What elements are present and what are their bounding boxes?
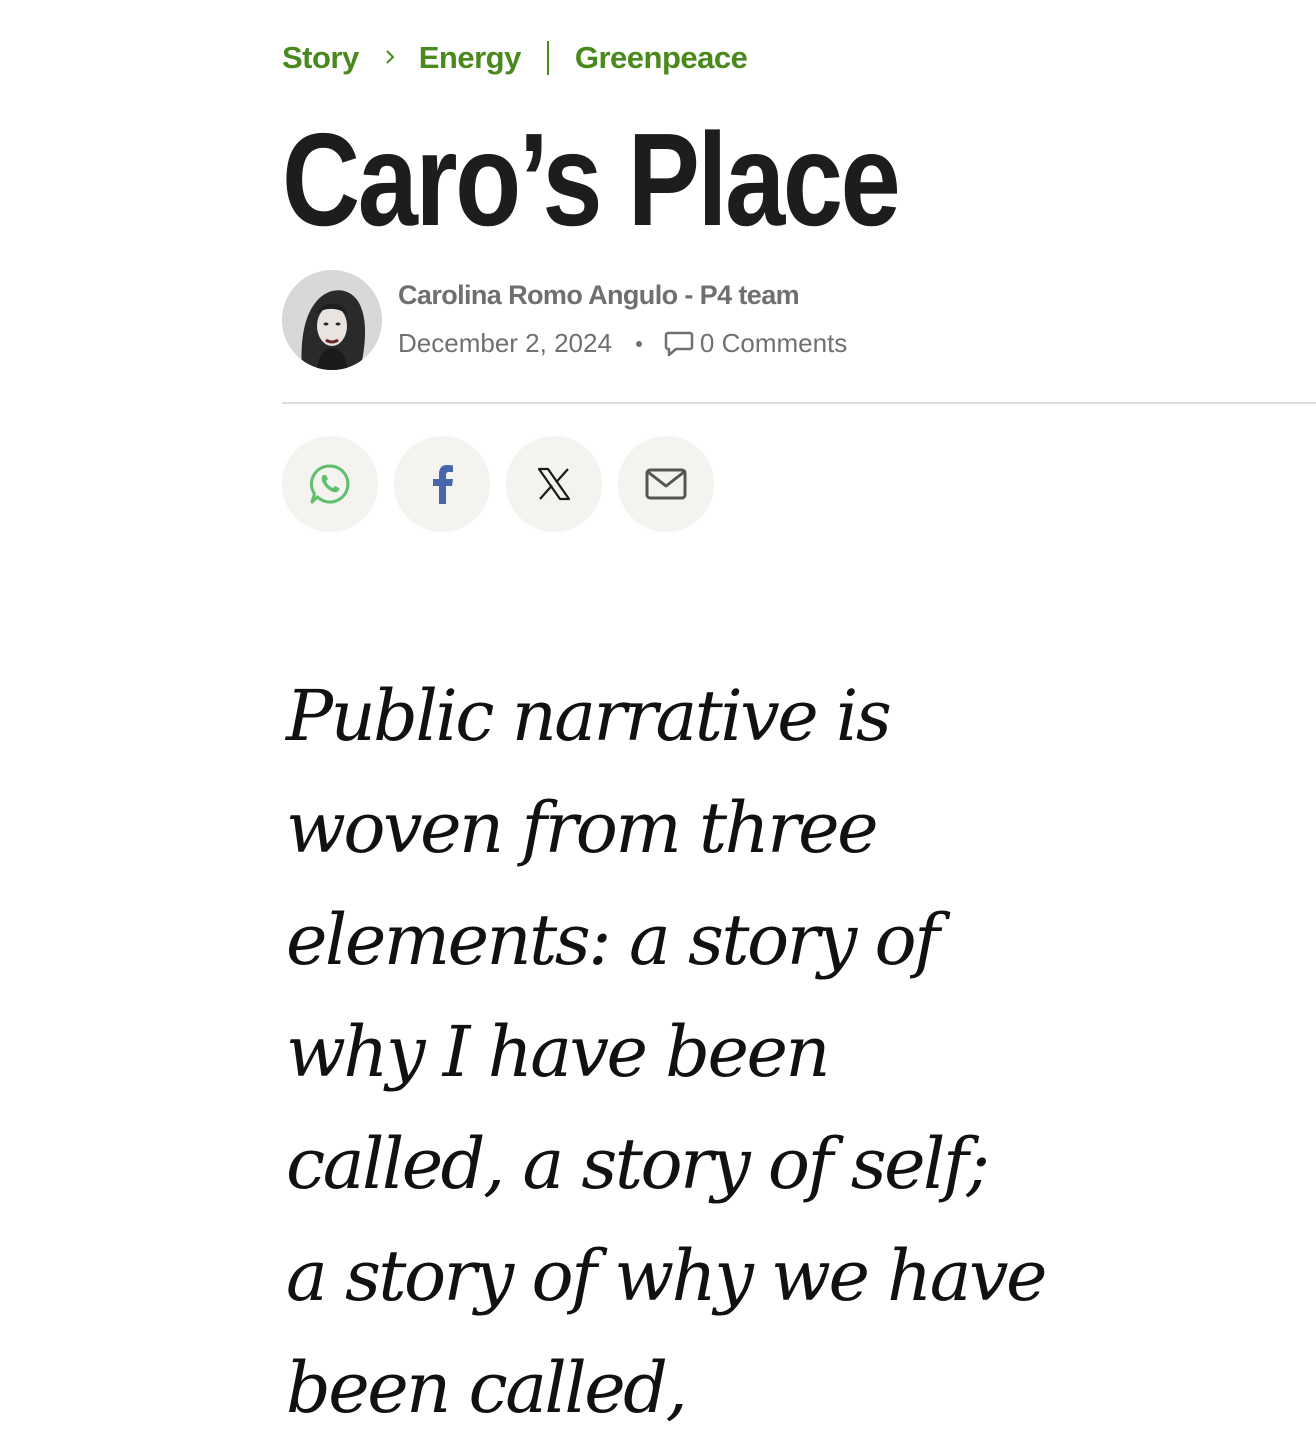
meta-separator-dot bbox=[635, 340, 642, 347]
header-divider bbox=[282, 402, 1316, 404]
article-lead-quote: Public narrative is woven from three ele… bbox=[286, 675, 1047, 1429]
author-avatar[interactable] bbox=[282, 270, 382, 370]
author-name[interactable]: Carolina Romo Angulo - P4 team bbox=[398, 280, 800, 311]
share-buttons bbox=[282, 436, 714, 532]
article-meta: December 2, 2024 0 Comments bbox=[398, 328, 847, 359]
comments-link[interactable]: 0 Comments bbox=[664, 328, 847, 359]
whatsapp-icon bbox=[309, 464, 350, 504]
author-portrait-image bbox=[282, 270, 382, 370]
chevron-right-icon bbox=[386, 50, 395, 64]
email-icon bbox=[645, 468, 687, 500]
share-facebook-button[interactable] bbox=[394, 436, 490, 532]
breadcrumb-story-link[interactable]: Story bbox=[282, 40, 359, 76]
share-whatsapp-button[interactable] bbox=[282, 436, 378, 532]
page-title: Caro’s Place bbox=[282, 106, 901, 253]
breadcrumb-divider bbox=[546, 41, 549, 75]
facebook-icon bbox=[433, 465, 453, 504]
publish-date: December 2, 2024 bbox=[398, 328, 612, 358]
share-email-button[interactable] bbox=[618, 436, 714, 532]
comment-bubble-icon bbox=[664, 331, 694, 356]
breadcrumb-greenpeace-link[interactable]: Greenpeace bbox=[575, 40, 748, 76]
share-x-button[interactable] bbox=[506, 436, 602, 532]
comments-count: 0 Comments bbox=[699, 328, 848, 358]
author-block: Carolina Romo Angulo - P4 team December … bbox=[282, 270, 1316, 370]
x-icon bbox=[537, 467, 571, 501]
breadcrumb: Story Energy Greenpeace bbox=[282, 36, 748, 80]
breadcrumb-energy-link[interactable]: Energy bbox=[419, 40, 522, 76]
